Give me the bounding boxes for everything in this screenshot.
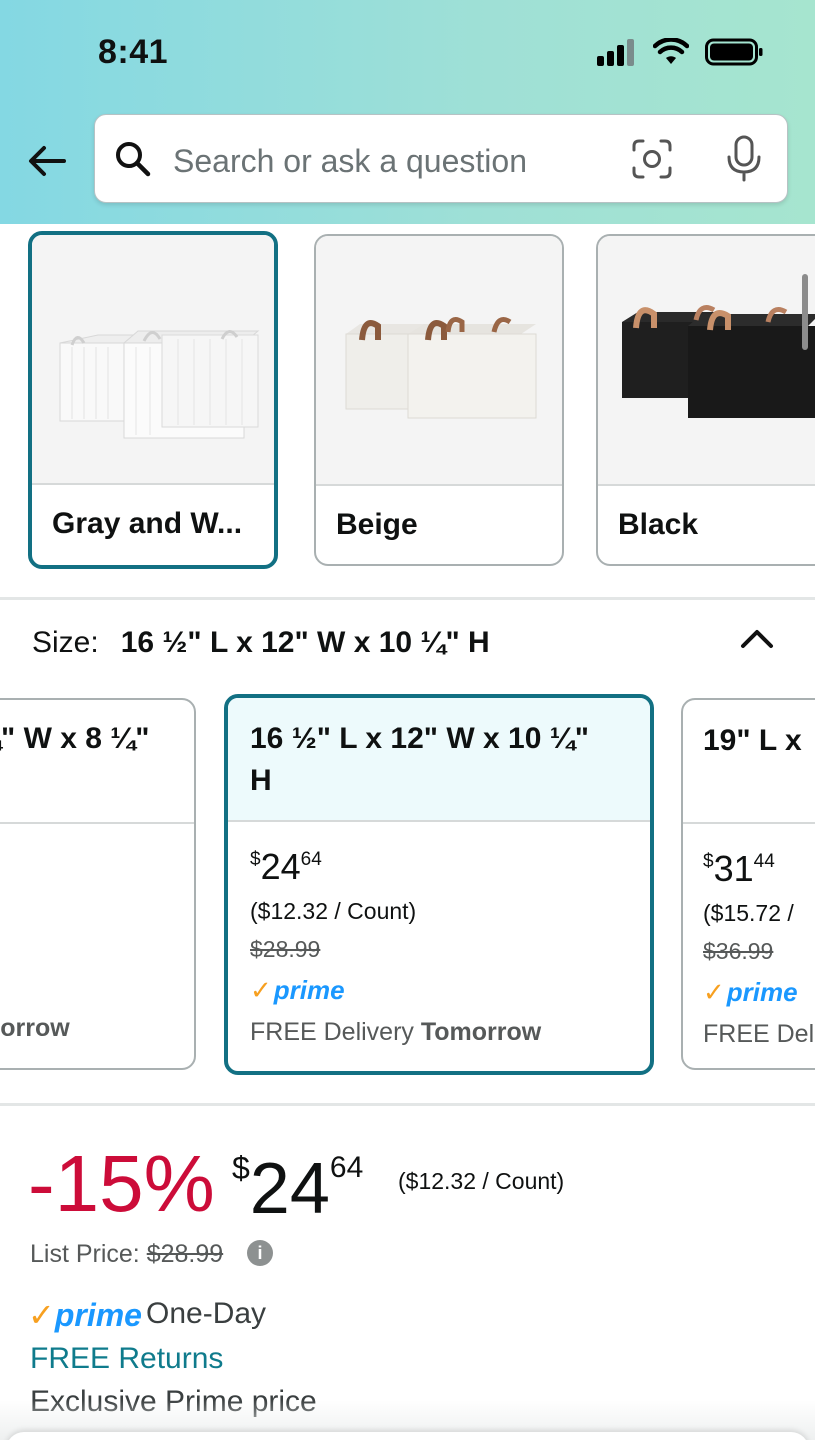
size-option-header: 19" L x [683, 700, 815, 824]
size-option-title: 19" L x [703, 724, 802, 757]
camera-lens-icon[interactable] [631, 138, 673, 180]
size-option-title: ¼" W x 8 ¼" [0, 722, 150, 755]
color-option-beige[interactable]: Beige [314, 234, 564, 566]
prime-logo: ✓prime [703, 977, 798, 1007]
search-box[interactable]: Search or ask a question [94, 114, 788, 203]
size-option-title: 16 ½" L x 12" W x 10 ¼" H [250, 722, 589, 797]
prime-logo: ✓prime [250, 975, 345, 1005]
discount-percent: -15% [28, 1139, 215, 1228]
scroll-indicator [802, 274, 808, 350]
product-image [316, 236, 562, 486]
product-image [32, 235, 274, 485]
size-option-card[interactable]: ¼" W x 8 ¼" morrow [0, 698, 196, 1070]
section-divider [0, 597, 815, 600]
size-value: 16 ½" L x 12" W x 10 ¼" H [120, 626, 490, 659]
product-image [598, 236, 815, 486]
main-price: $2464 [232, 1149, 364, 1229]
info-icon[interactable]: i [247, 1240, 273, 1266]
status-time: 8:41 [98, 33, 169, 71]
size-option-card[interactable]: 19" L x $3144 ($15.72 / $36.99 ✓prime FR… [681, 698, 815, 1070]
size-option-card-selected[interactable]: 16 ½" L x 12" W x 10 ¼" H $2464 ($12.32 … [224, 694, 654, 1075]
size-option-price: $3144 [703, 848, 775, 889]
size-option-delivery: FREE Delivery Tomorrow [250, 1018, 542, 1046]
main-unit-price: ($12.32 / Count) [398, 1168, 565, 1194]
wifi-icon [653, 38, 689, 64]
back-arrow-icon[interactable] [24, 138, 70, 184]
size-option-delivery: morrow [0, 1014, 70, 1042]
top-header: 8:41 Search or ask a question [0, 0, 815, 224]
list-price: List Price: $28.99 [30, 1240, 224, 1268]
size-option-list-price: $36.99 [703, 938, 774, 964]
size-option-unit-price: ($15.72 / [703, 900, 794, 926]
battery-icon [705, 38, 763, 66]
microphone-icon[interactable] [723, 135, 765, 183]
color-option-black[interactable]: Black [596, 234, 815, 566]
bottom-sheet-edge [6, 1432, 809, 1440]
size-option-header: ¼" W x 8 ¼" [0, 700, 194, 824]
chevron-up-icon[interactable] [738, 622, 776, 652]
size-option-unit-price: ($12.32 / Count) [250, 898, 417, 924]
color-option-label: Black [618, 508, 699, 541]
search-input[interactable]: Search or ask a question [173, 143, 527, 180]
size-option-header: 16 ½" L x 12" W x 10 ¼" H [228, 698, 650, 822]
size-option-price: $2464 [250, 846, 322, 887]
size-option-list-price: $28.99 [250, 936, 321, 962]
color-option-label: Beige [336, 508, 418, 541]
status-icons [597, 38, 763, 66]
size-selector: Size: 16 ½" L x 12" W x 10 ¼" H [32, 626, 490, 660]
section-divider [0, 1103, 815, 1106]
size-option-delivery: FREE Deli [703, 1020, 815, 1048]
color-option-label: Gray and W... [52, 507, 243, 540]
prime-logo: ✓prime [28, 1297, 142, 1333]
size-label: Size: [32, 626, 99, 659]
color-option-gray-white[interactable]: Gray and W... [28, 231, 278, 569]
signal-icon [597, 39, 634, 66]
free-returns-link[interactable]: FREE Returns [30, 1342, 223, 1376]
search-icon [116, 142, 151, 177]
delivery-speed: One-Day [146, 1297, 267, 1330]
